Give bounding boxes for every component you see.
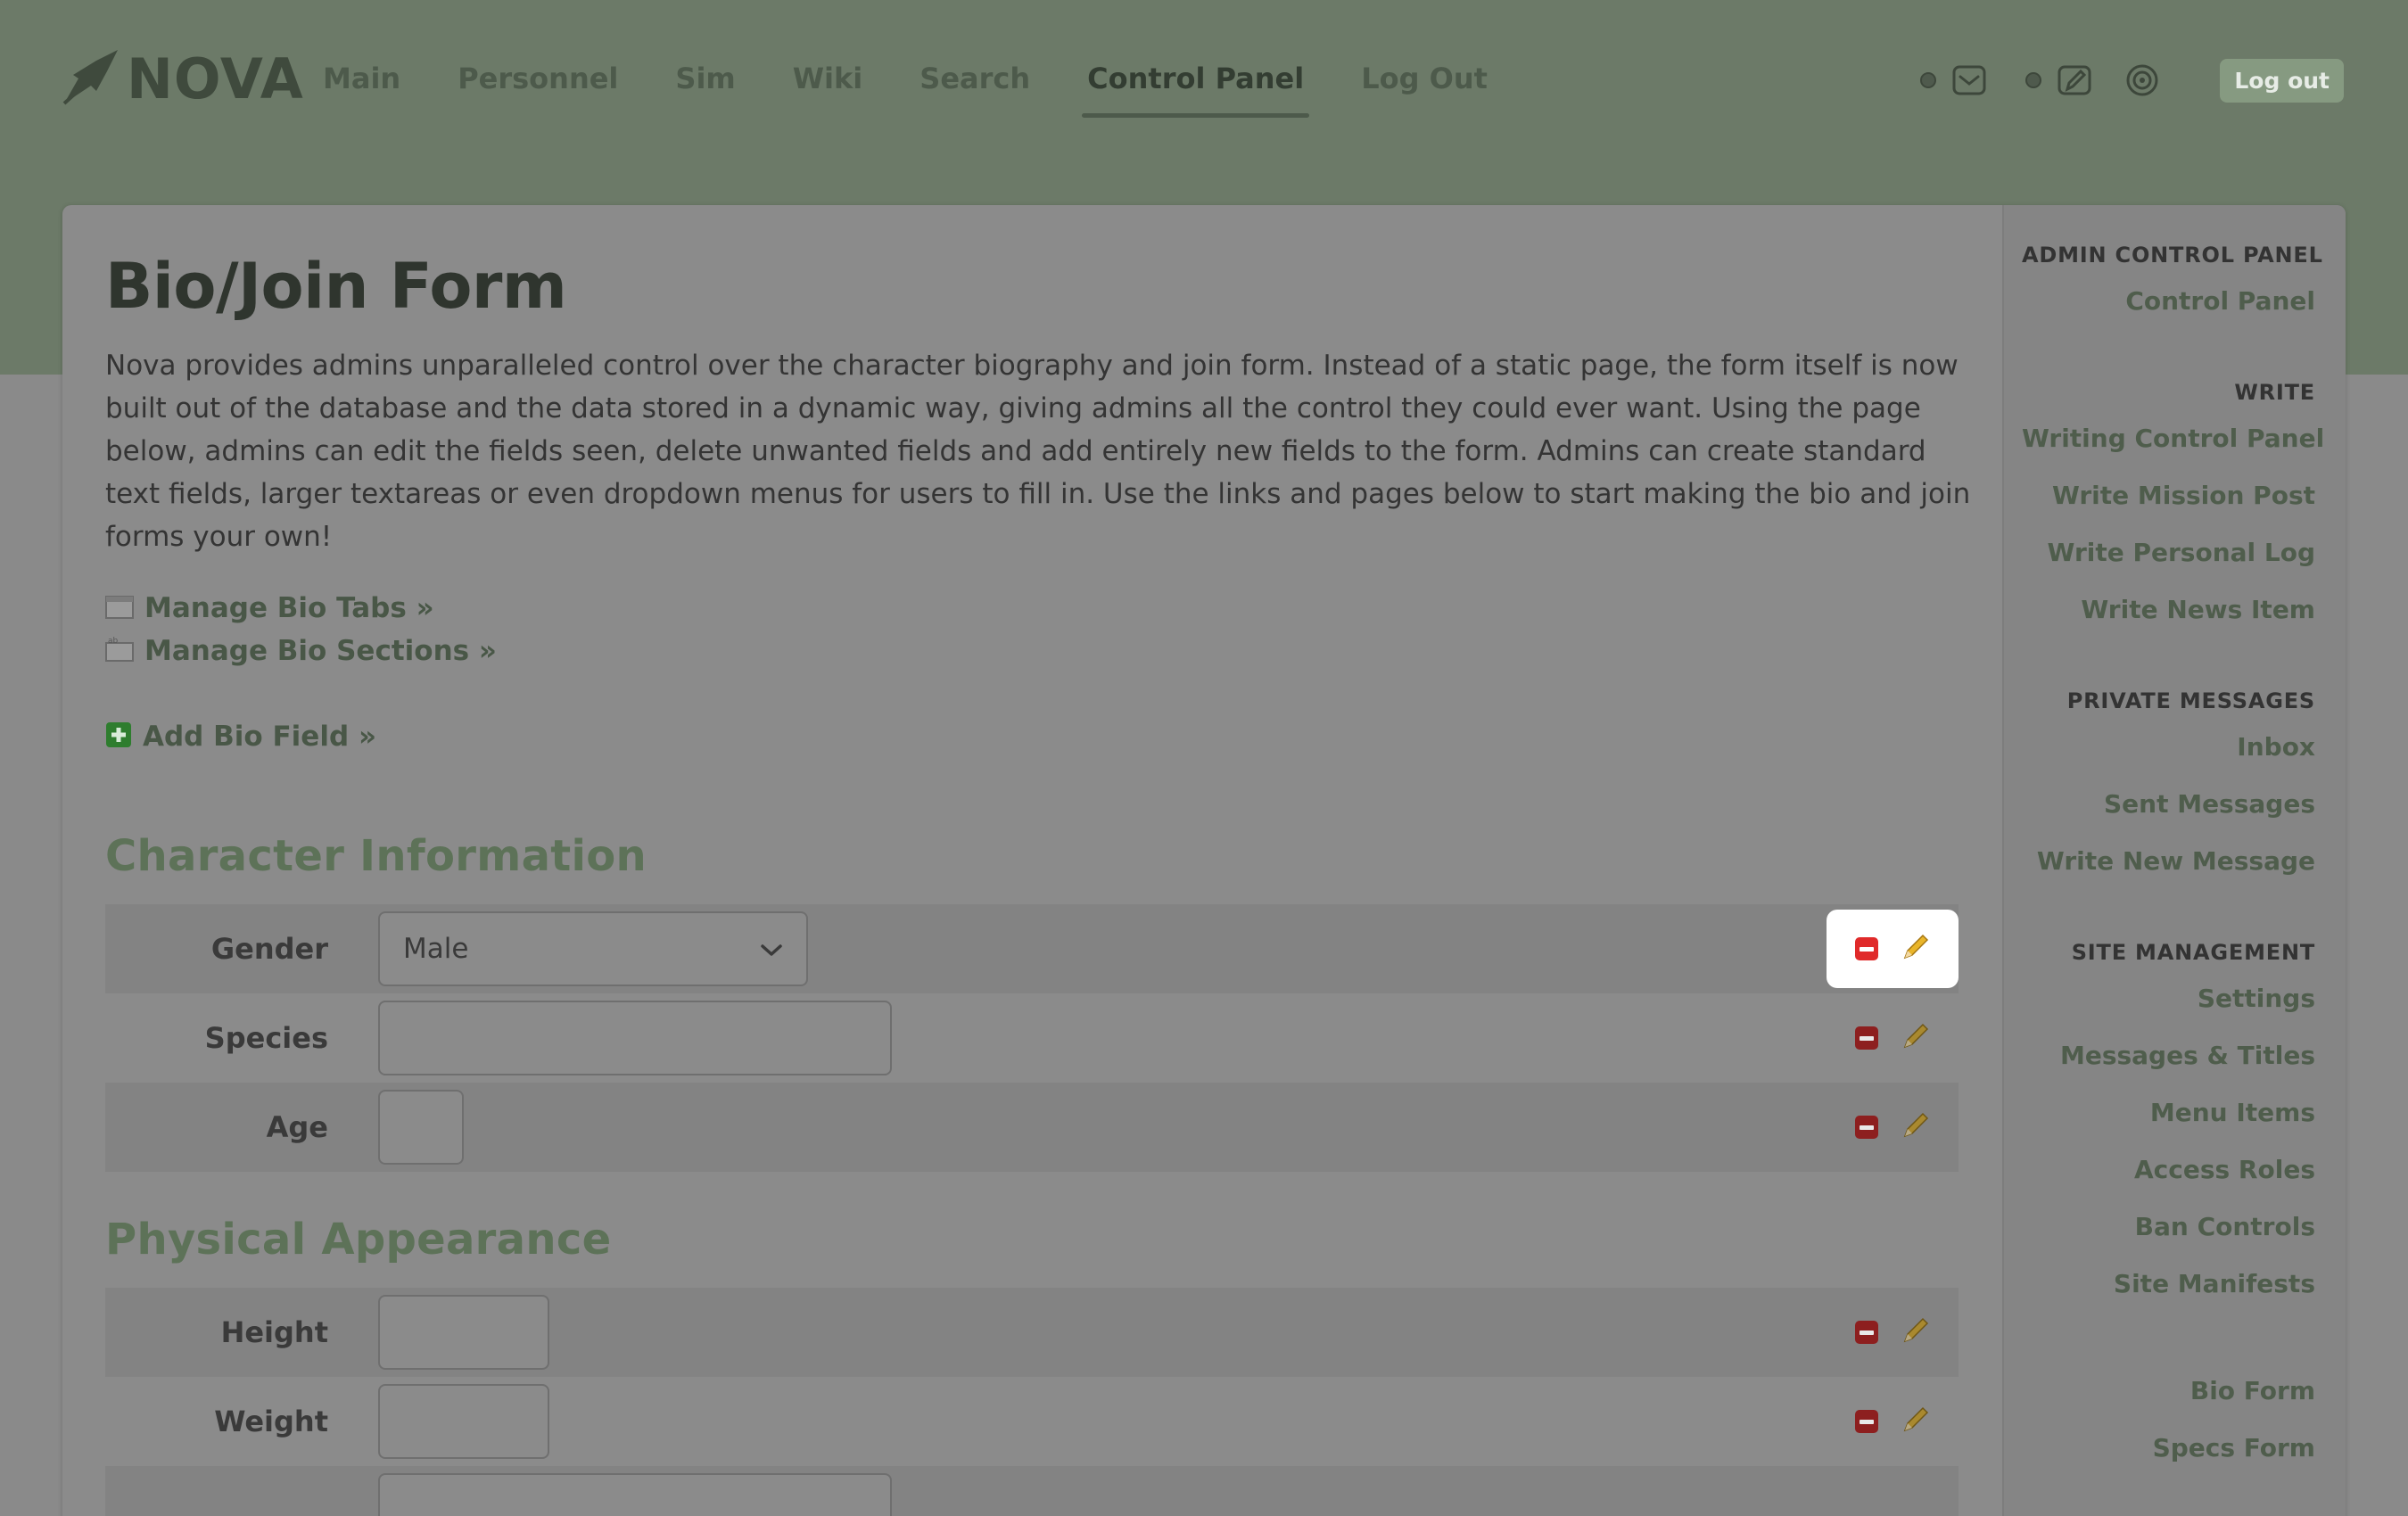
- write-status-dot: [2025, 72, 2042, 88]
- sidebar-item-control-panel[interactable]: Control Panel: [2022, 285, 2315, 342]
- inbox-icon[interactable]: [1950, 62, 1988, 99]
- sidebar-item-inbox[interactable]: Inbox: [2022, 731, 2315, 788]
- delete-icon[interactable]: [1855, 1116, 1878, 1139]
- sidebar-group-write: WRITE Writing Control Panel Write Missio…: [2022, 380, 2324, 651]
- sections-icon: ab: [105, 636, 134, 666]
- field-row-weight: Weight: [105, 1377, 1959, 1466]
- nav-personnel[interactable]: Personnel: [458, 54, 618, 118]
- field-label: Species: [204, 1021, 328, 1055]
- sidebar-item-sent-messages[interactable]: Sent Messages: [2022, 788, 2315, 845]
- weight-field[interactable]: [378, 1384, 549, 1459]
- field-actions: [1827, 910, 1959, 988]
- user-tools: Log out: [1920, 57, 2344, 103]
- gender-select[interactable]: Male: [378, 911, 808, 986]
- nav-control-panel[interactable]: Control Panel: [1082, 54, 1310, 118]
- main-content: Bio/Join Form Nova provides admins unpar…: [62, 205, 2002, 1516]
- edit-pencil-icon[interactable]: [1901, 1405, 1930, 1438]
- nav-log-out[interactable]: Log Out: [1361, 54, 1488, 118]
- field-actions: [1827, 1293, 1959, 1372]
- sidebar-item-settings[interactable]: Settings: [2022, 983, 2315, 1040]
- chevron-down-icon: [760, 933, 783, 965]
- inbox-status-dot: [1920, 72, 1937, 88]
- intro-text: Nova provides admins unparalleled contro…: [105, 350, 1971, 553]
- sidebar-group-forms: Bio Form Specs Form: [2022, 1375, 2315, 1489]
- sidebar-heading: PRIVATE MESSAGES: [2066, 688, 2315, 713]
- delete-icon[interactable]: [1855, 1321, 1878, 1344]
- sidebar-item-write-mission-post[interactable]: Write Mission Post: [2022, 480, 2315, 537]
- sidebar-item-menu-items[interactable]: Menu Items: [2022, 1097, 2315, 1154]
- delete-icon[interactable]: [1855, 1410, 1878, 1433]
- logo-text: NOVA: [127, 45, 304, 111]
- field-label: Weight: [214, 1405, 328, 1438]
- sidebar-item-messages-titles[interactable]: Messages & Titles: [2022, 1040, 2315, 1097]
- page-title: Bio/Join Form: [105, 250, 567, 323]
- nav-search[interactable]: Search: [919, 54, 1030, 118]
- target-icon[interactable]: [2123, 62, 2161, 99]
- edit-pencil-icon[interactable]: [1901, 933, 1930, 965]
- field-actions: [1827, 999, 1959, 1077]
- manage-bio-tabs-link[interactable]: Manage Bio Tabs »: [144, 592, 434, 624]
- field-label: Age: [266, 1110, 328, 1144]
- nova-logo[interactable]: NOVA: [61, 46, 304, 111]
- field-row-height: Height: [105, 1288, 1959, 1377]
- field-row-partial: [105, 1466, 1959, 1516]
- sidebar-item-write-new-message[interactable]: Write New Message: [2022, 845, 2315, 902]
- field-actions: [1827, 1382, 1959, 1461]
- write-icon[interactable]: [2056, 62, 2093, 99]
- manage-bio-sections-link[interactable]: Manage Bio Sections »: [144, 635, 497, 667]
- field-row-species: Species: [105, 993, 1959, 1083]
- nav-main[interactable]: Main: [323, 54, 400, 118]
- field-row-gender: Gender Male: [105, 904, 1959, 993]
- gender-select-value: Male: [403, 933, 469, 965]
- edit-pencil-icon[interactable]: [1901, 1022, 1930, 1054]
- svg-text:ab: ab: [108, 637, 119, 646]
- sidebar-heading: WRITE: [2234, 380, 2315, 405]
- sidebar-item-specs-form[interactable]: Specs Form: [2022, 1432, 2315, 1489]
- partial-field[interactable]: [378, 1473, 892, 1516]
- field-row-age: Age: [105, 1083, 1959, 1172]
- sidebar-heading: SITE MANAGEMENT: [2071, 940, 2315, 965]
- sidebar-group-admin: ADMIN CONTROL PANEL Control Panel: [2022, 243, 2323, 342]
- sidebar: ADMIN CONTROL PANEL Control Panel WRITE …: [2002, 205, 2346, 1516]
- content-card: Bio/Join Form Nova provides admins unpar…: [62, 205, 2346, 1516]
- sidebar-group-private-messages: PRIVATE MESSAGES Inbox Sent Messages Wri…: [2022, 688, 2315, 902]
- logout-button[interactable]: Log out: [2220, 58, 2344, 103]
- action-links: Manage Bio Tabs » ab Manage Bio Sections…: [105, 587, 1959, 758]
- field-label: Height: [220, 1315, 328, 1349]
- age-field[interactable]: [378, 1090, 464, 1165]
- edit-pencil-icon[interactable]: [1901, 1316, 1930, 1348]
- sidebar-group-site-management: SITE MANAGEMENT Settings Messages & Titl…: [2022, 940, 2315, 1325]
- sidebar-item-bio-form[interactable]: Bio Form: [2022, 1375, 2315, 1432]
- ship-logo-icon: [61, 48, 121, 109]
- top-navigation: NOVA Main Personnel Sim Wiki Search Cont…: [0, 0, 2408, 161]
- edit-pencil-icon[interactable]: [1901, 1111, 1930, 1143]
- sidebar-item-write-news-item[interactable]: Write News Item: [2022, 594, 2315, 651]
- species-field[interactable]: [378, 1001, 892, 1075]
- tabs-icon: [105, 593, 134, 623]
- sidebar-item-site-manifests[interactable]: Site Manifests: [2022, 1268, 2315, 1325]
- section-title-character-information: Character Information: [105, 831, 647, 881]
- nav-sim[interactable]: Sim: [675, 54, 735, 118]
- manage-sections-row: ab Manage Bio Sections »: [105, 630, 1959, 672]
- height-field[interactable]: [378, 1295, 549, 1370]
- nav-wiki[interactable]: Wiki: [793, 54, 863, 118]
- sidebar-item-writing-control-panel[interactable]: Writing Control Panel: [2022, 423, 2324, 480]
- sidebar-heading: ADMIN CONTROL PANEL: [2022, 243, 2323, 268]
- add-field-row: Add Bio Field »: [105, 715, 1959, 758]
- field-label: Gender: [210, 932, 328, 966]
- manage-tabs-row: Manage Bio Tabs »: [105, 587, 1959, 630]
- sidebar-item-access-roles[interactable]: Access Roles: [2022, 1154, 2315, 1211]
- delete-icon[interactable]: [1855, 937, 1878, 960]
- sidebar-item-ban-controls[interactable]: Ban Controls: [2022, 1211, 2315, 1268]
- sidebar-item-write-personal-log[interactable]: Write Personal Log: [2022, 537, 2315, 594]
- field-actions: [1827, 1088, 1959, 1166]
- add-icon: [105, 721, 132, 752]
- add-bio-field-link[interactable]: Add Bio Field »: [143, 721, 376, 753]
- delete-icon[interactable]: [1855, 1026, 1878, 1050]
- section-title-physical-appearance: Physical Appearance: [105, 1215, 612, 1265]
- main-nav: Main Personnel Sim Wiki Search Control P…: [323, 54, 1545, 118]
